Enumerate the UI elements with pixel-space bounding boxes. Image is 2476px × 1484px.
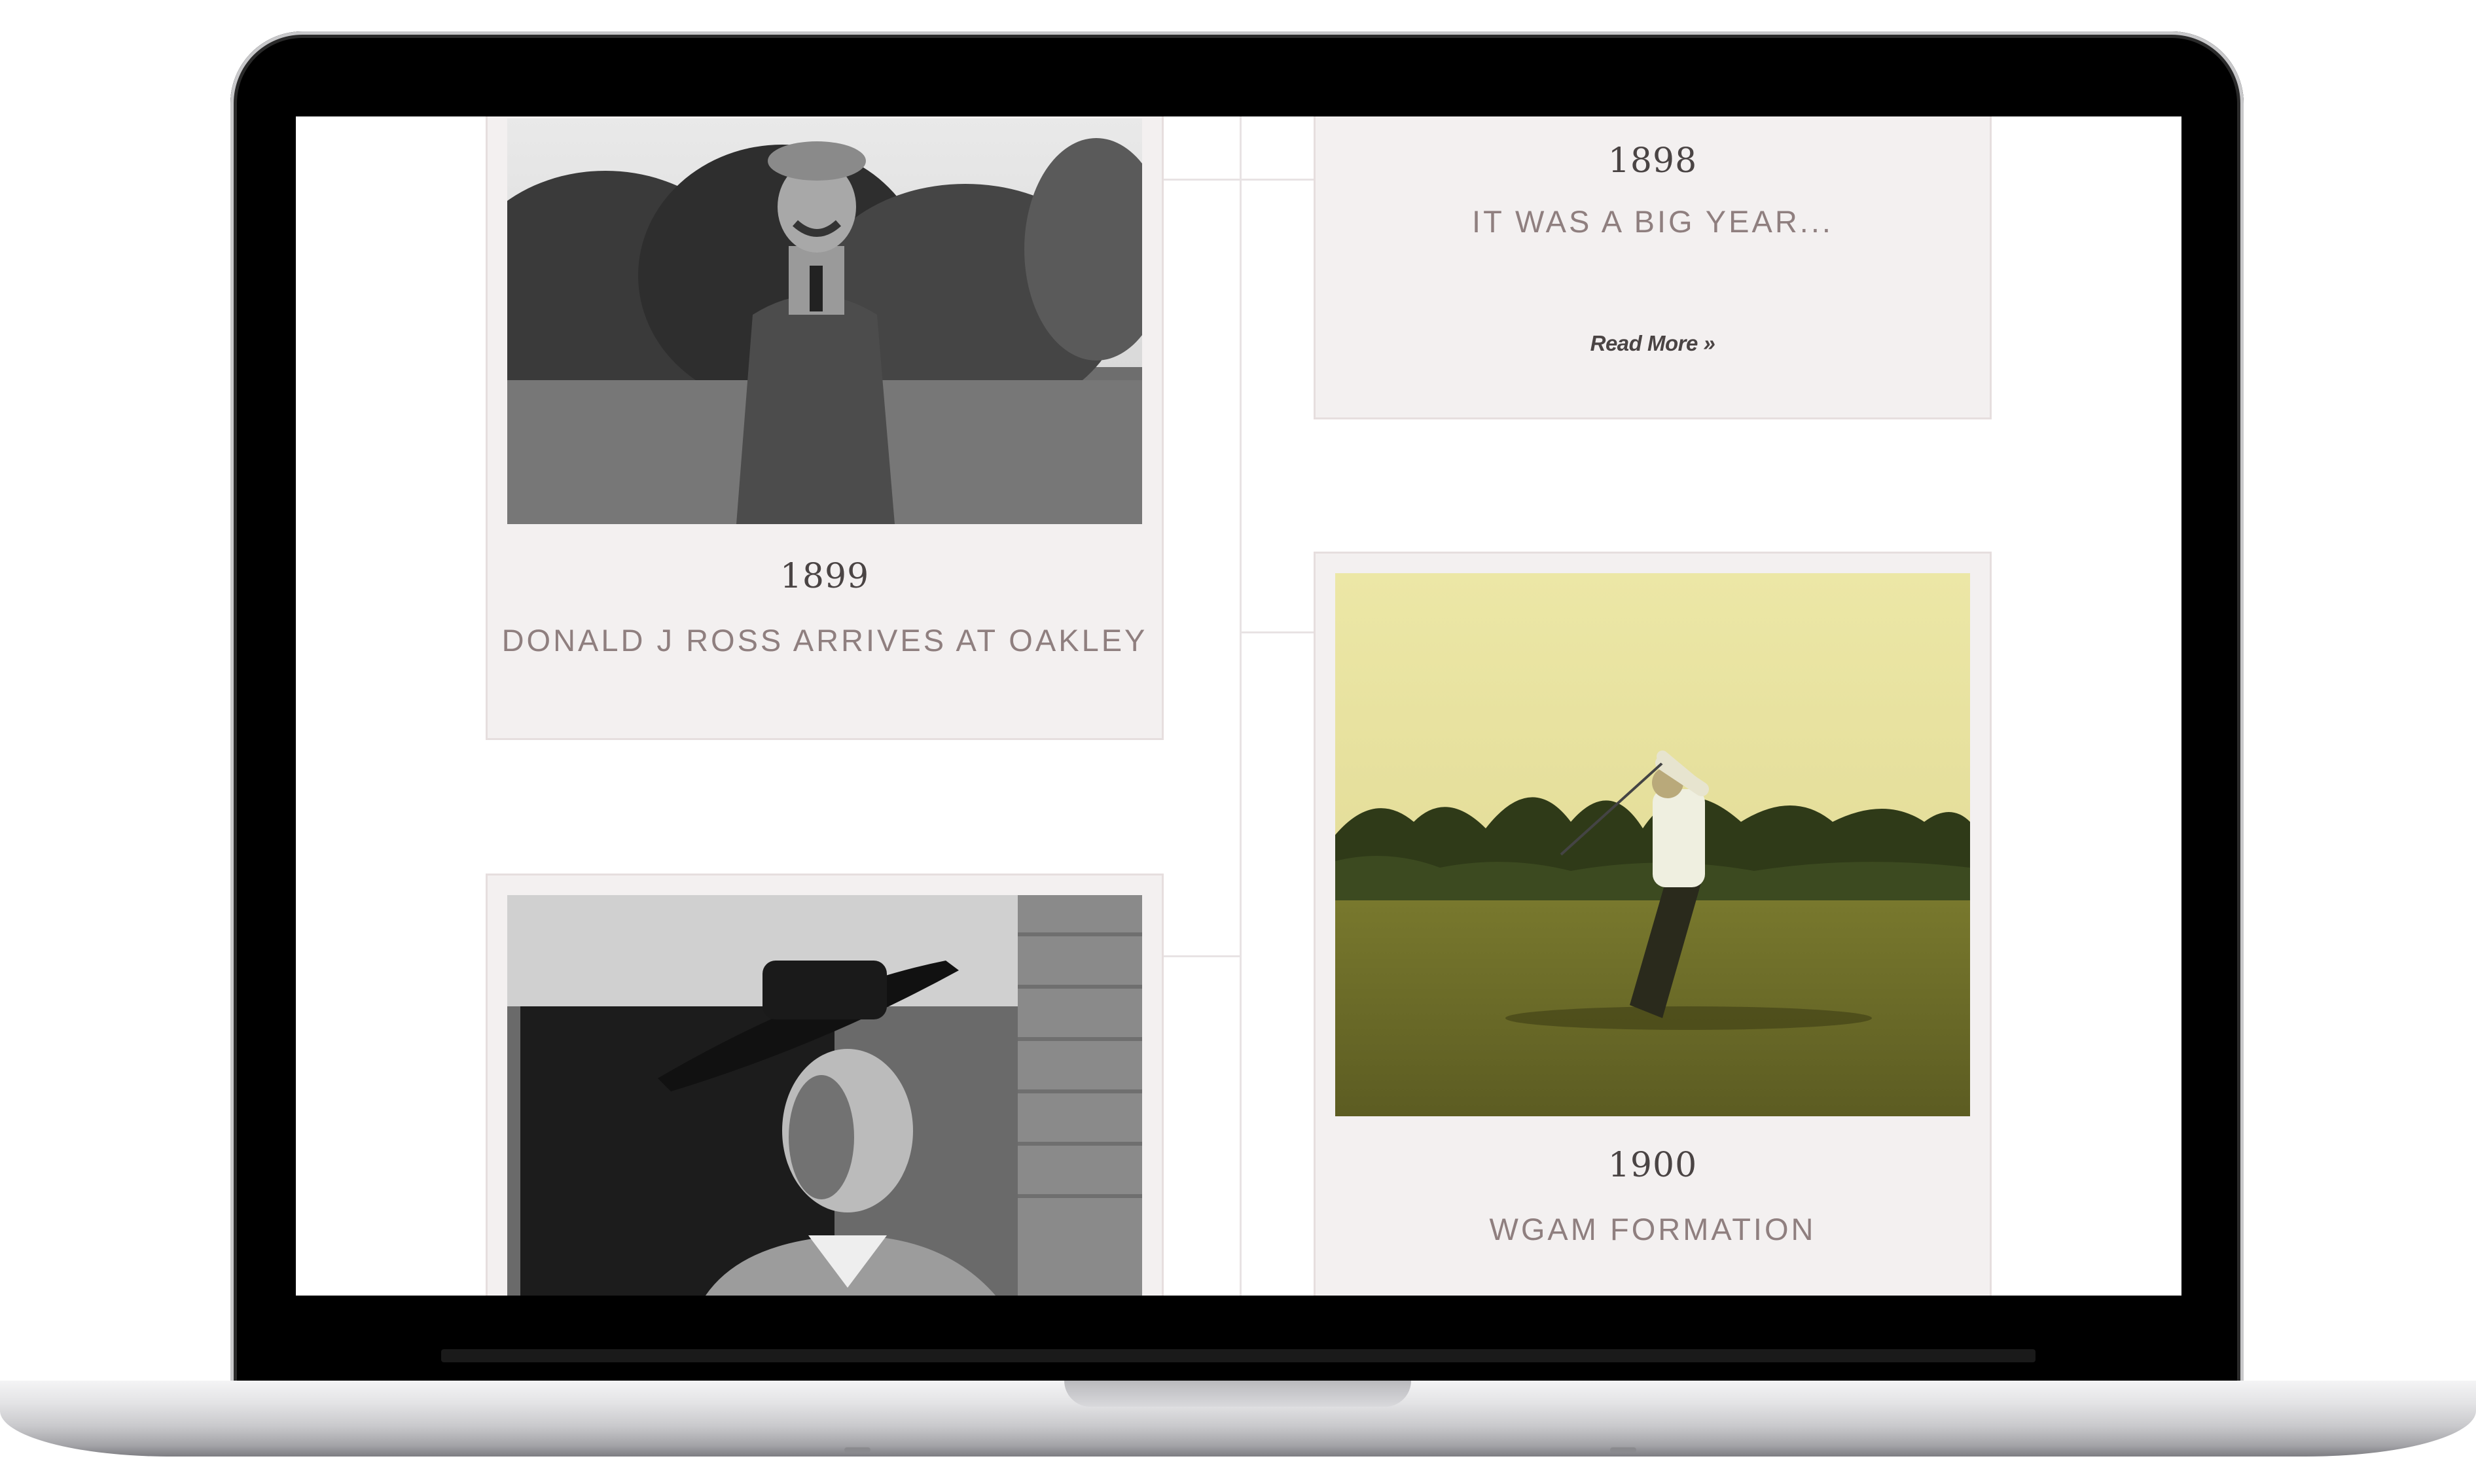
timeline-connector-1900 (1242, 631, 1318, 633)
timeline-year: 1900 (1607, 1146, 1698, 1185)
timeline-title[interactable]: DONALD J ROSS ARRIVES AT OAKLEY (488, 622, 1162, 658)
laptop-foot-left (844, 1447, 870, 1453)
timeline-card-1898[interactable]: 1898 IT WAS A BIG YEAR... Read More » (1314, 116, 1992, 419)
timeline-vertical-line (1240, 116, 1242, 1296)
timeline-title[interactable]: WGAM FORMATION (1316, 1211, 1990, 1247)
timeline-card-1899[interactable]: 1899 DONALD J ROSS ARRIVES AT OAKLEY (486, 116, 1164, 740)
timeline-connector-woman (1162, 955, 1240, 957)
timeline-title[interactable]: IT WAS A BIG YEAR... (1316, 203, 1990, 239)
timeline-card-1900[interactable]: 1900 WGAM FORMATION (1314, 552, 1992, 1296)
timeline-card-woman[interactable] (486, 874, 1164, 1296)
laptop-foot-right (1610, 1447, 1636, 1453)
photo-golfer-swing-icon (1335, 573, 1970, 1116)
bezel-hinge (441, 1349, 2036, 1362)
timeline-year: 1899 (780, 557, 870, 596)
timeline-year: 1898 (1607, 141, 1698, 181)
photo-portrait-woman-icon (507, 895, 1142, 1296)
photo-portrait-man-icon (507, 118, 1142, 524)
laptop-notch (1064, 1381, 1411, 1407)
timeline-connector-1898 (1162, 179, 1319, 181)
screen[interactable]: 1899 DONALD J ROSS ARRIVES AT OAKLEY 189… (296, 116, 2181, 1296)
read-more-link[interactable]: Read More » (1316, 331, 1990, 356)
